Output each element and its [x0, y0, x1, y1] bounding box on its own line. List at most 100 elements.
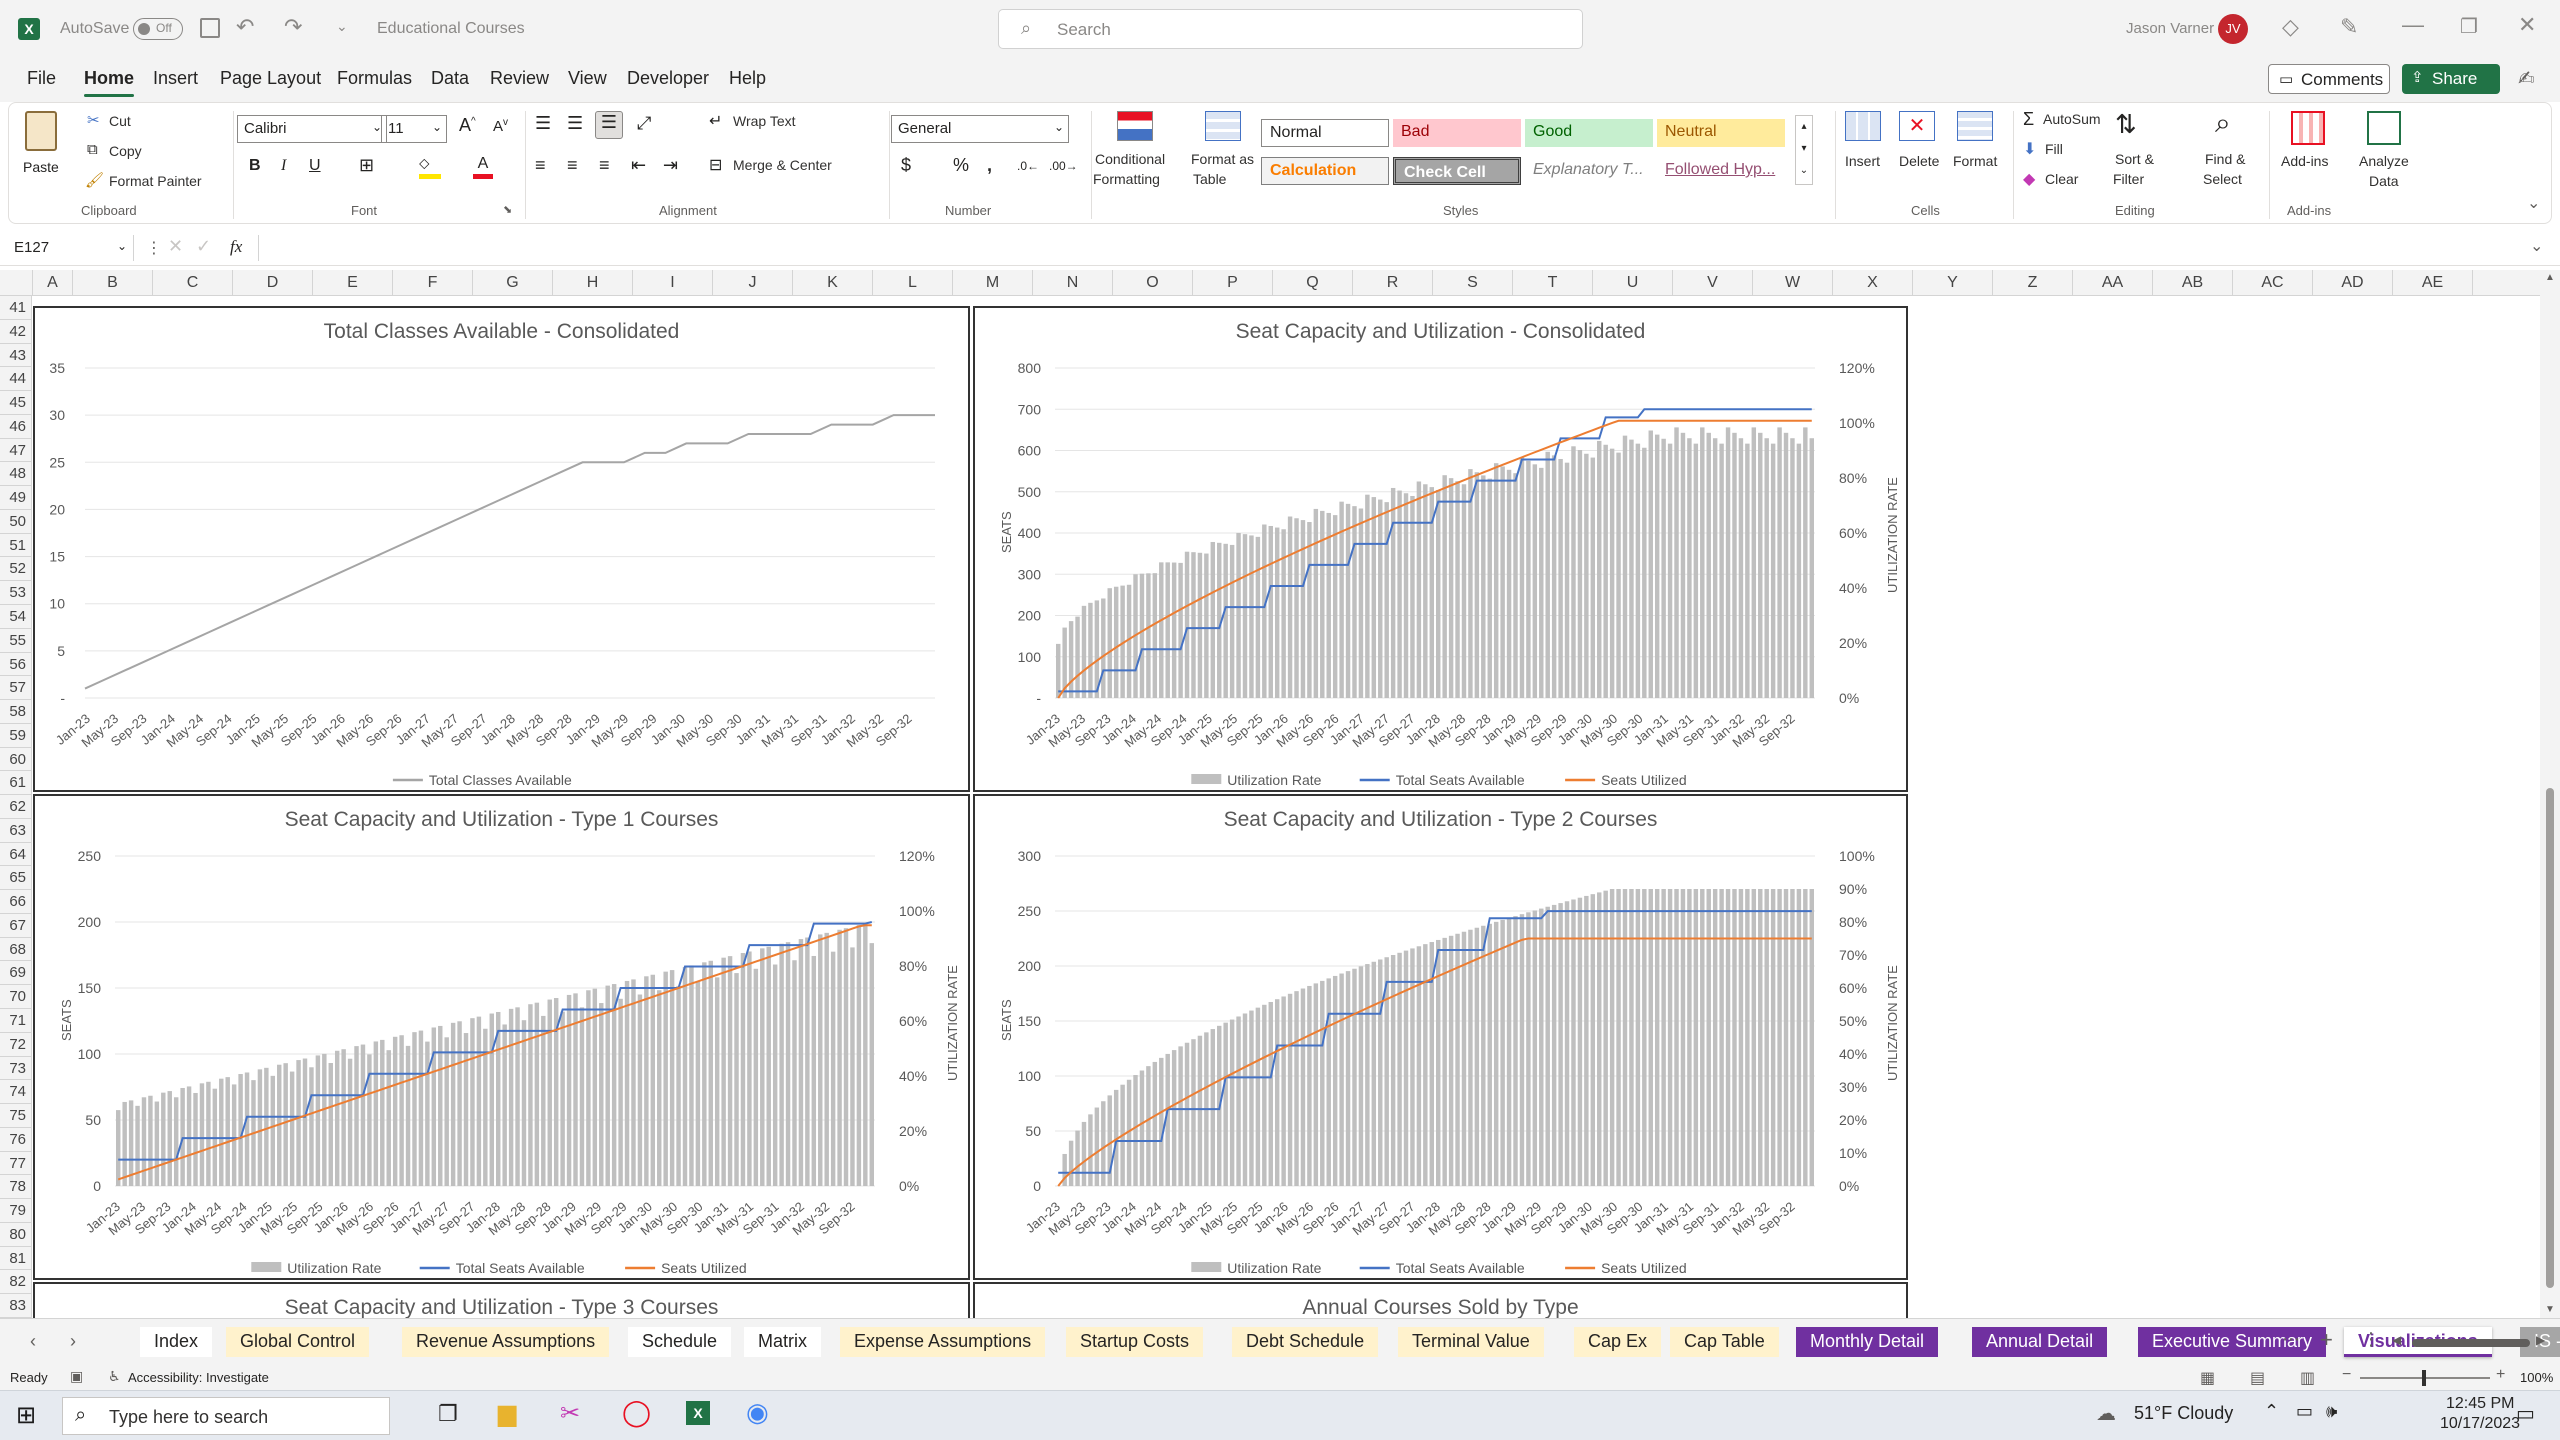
feedback-icon[interactable]: ✍ [2518, 66, 2535, 91]
share-button[interactable]: ⇪ Share [2402, 64, 2500, 94]
sheet-tab[interactable]: Startup Costs [1066, 1327, 1204, 1357]
accessibility-status[interactable]: Accessibility: Investigate [128, 1370, 269, 1385]
column-header[interactable]: Q [1273, 270, 1353, 296]
font-color-icon[interactable]: A [473, 155, 493, 179]
column-header[interactable]: J [713, 270, 793, 296]
sheet-tab[interactable]: Monthly Detail [1796, 1327, 1939, 1357]
row-header[interactable]: 59 [0, 724, 32, 748]
row-header[interactable]: 43 [0, 344, 32, 368]
collapse-ribbon-icon[interactable]: ⌄ [2527, 193, 2540, 213]
decrease-indent-icon[interactable]: ⇤ [631, 155, 646, 176]
borders-icon[interactable]: ⊞ [359, 155, 374, 176]
align-center-icon[interactable]: ≡ [567, 155, 578, 176]
row-header[interactable]: 61 [0, 771, 32, 796]
italic-icon[interactable]: I [281, 157, 286, 175]
sheet-tab[interactable]: Cap Ex [1574, 1327, 1662, 1357]
scroll-down-icon[interactable]: ▼ [2545, 1304, 2555, 1315]
tab-help[interactable]: Help [729, 68, 766, 89]
row-header[interactable]: 50 [0, 510, 32, 534]
comma-icon[interactable]: , [987, 155, 992, 176]
page-break-view-icon[interactable]: ▥ [2300, 1368, 2315, 1388]
save-icon[interactable] [200, 18, 220, 38]
paste-button[interactable]: Paste [21, 109, 61, 189]
next-sheet-icon[interactable]: › [70, 1331, 76, 1352]
row-header[interactable]: 57 [0, 676, 32, 701]
row-header[interactable]: 74 [0, 1080, 32, 1105]
column-header[interactable]: C [153, 270, 233, 296]
row-header[interactable]: 47 [0, 439, 32, 463]
number-format-select[interactable]: General ⌄ [891, 115, 1069, 143]
sheet-tab[interactable]: Annual Detail [1972, 1327, 2108, 1357]
select-all-corner[interactable] [0, 270, 33, 296]
taskbar-search[interactable]: ⌕ Type here to search [62, 1397, 390, 1435]
row-header[interactable]: 52 [0, 557, 32, 582]
redo-icon[interactable]: ↷ [284, 14, 302, 40]
align-left-icon[interactable]: ≡ [535, 155, 546, 176]
chrome-icon[interactable]: ◉ [746, 1397, 769, 1428]
row-header[interactable]: 48 [0, 462, 32, 487]
currency-icon[interactable]: $ [901, 155, 911, 176]
align-right-icon[interactable]: ≡ [599, 155, 610, 176]
row-header[interactable]: 44 [0, 367, 32, 392]
styles-scroll[interactable]: ▴ ▾ ⌄ [1795, 115, 1813, 185]
sheet-tab[interactable]: Debt Schedule [1232, 1327, 1379, 1357]
align-middle-icon[interactable]: ☰ [567, 113, 583, 134]
row-header[interactable]: 75 [0, 1104, 32, 1128]
column-header[interactable]: Z [1993, 270, 2073, 296]
zoom-out-icon[interactable]: − [2342, 1366, 2351, 1384]
restore-icon[interactable]: ❐ [2460, 14, 2478, 39]
cut-button[interactable]: Cut [109, 113, 131, 129]
chart-seat-type1[interactable]: Seat Capacity and Utilization - Type 1 C… [33, 794, 970, 1280]
notification-icon[interactable]: ▭ [2516, 1401, 2535, 1426]
style-good[interactable]: Good [1525, 119, 1653, 147]
comments-button[interactable]: ▭ Comments [2268, 64, 2390, 94]
style-normal[interactable]: Normal [1261, 119, 1389, 147]
row-header[interactable]: 56 [0, 653, 32, 677]
clear-button[interactable]: Clear [2045, 171, 2078, 187]
find-select-button[interactable]: Find & [2205, 151, 2245, 167]
sheet-tab[interactable]: Schedule [628, 1327, 732, 1357]
page-layout-view-icon[interactable]: ▤ [2250, 1368, 2265, 1388]
row-header[interactable]: 78 [0, 1175, 32, 1200]
font-name-select[interactable]: Calibri ⌄ [237, 115, 387, 143]
wrap-text-button[interactable]: Wrap Text [733, 113, 796, 129]
windows-start-icon[interactable]: ⊞ [16, 1401, 36, 1430]
row-header[interactable]: 41 [0, 296, 32, 320]
tray-chevron-icon[interactable]: ⌃ [2264, 1401, 2279, 1422]
addins-button[interactable]: Add-ins [2281, 153, 2328, 169]
customize-qat-icon[interactable]: ⌄ [336, 18, 348, 35]
column-header[interactable]: Y [1913, 270, 1993, 296]
column-header[interactable]: R [1353, 270, 1433, 296]
add-sheet-icon[interactable]: + [2320, 1327, 2333, 1353]
column-header[interactable]: D [233, 270, 313, 296]
decrease-decimal-icon[interactable]: .00→ [1049, 159, 1078, 173]
column-header[interactable]: M [953, 270, 1033, 296]
excel-taskbar-icon[interactable]: X [686, 1401, 710, 1425]
chart-annual-courses[interactable]: Annual Courses Sold by Type [973, 1282, 1908, 1318]
zoom-level[interactable]: 100% [2520, 1370, 2553, 1385]
tab-formulas[interactable]: Formulas [337, 68, 412, 89]
format-cells-button[interactable]: Format [1953, 153, 1997, 169]
row-header[interactable]: 76 [0, 1128, 32, 1152]
insert-cells-button[interactable]: Insert [1845, 153, 1880, 169]
column-header[interactable]: N [1033, 270, 1113, 296]
scroll-up-icon[interactable]: ▲ [2545, 272, 2555, 283]
delete-cells-button[interactable]: Delete [1899, 153, 1939, 169]
options-icon[interactable]: ⋮ [2362, 1329, 2380, 1350]
close-icon[interactable]: ✕ [2518, 12, 2536, 38]
merge-center-button[interactable]: Merge & Center [733, 157, 832, 173]
cancel-entry-icon[interactable]: ✕ [168, 236, 183, 257]
autosave-toggle[interactable]: Off [133, 18, 183, 40]
percent-icon[interactable]: % [953, 155, 969, 176]
row-header[interactable]: 67 [0, 914, 32, 938]
weather-text[interactable]: 51°F Cloudy [2134, 1403, 2233, 1424]
column-header[interactable]: U [1593, 270, 1673, 296]
tab-view[interactable]: View [568, 68, 607, 89]
chart-seat-type3[interactable]: Seat Capacity and Utilization - Type 3 C… [33, 1282, 970, 1318]
chart-total-classes[interactable]: Total Classes Available - Consolidated 3… [33, 306, 970, 792]
worksheet-grid[interactable]: Total Classes Available - Consolidated 3… [33, 296, 2540, 1318]
column-header[interactable]: I [633, 270, 713, 296]
tab-home[interactable]: Home [84, 68, 135, 97]
row-header[interactable]: 77 [0, 1152, 32, 1176]
row-header[interactable]: 60 [0, 748, 32, 772]
